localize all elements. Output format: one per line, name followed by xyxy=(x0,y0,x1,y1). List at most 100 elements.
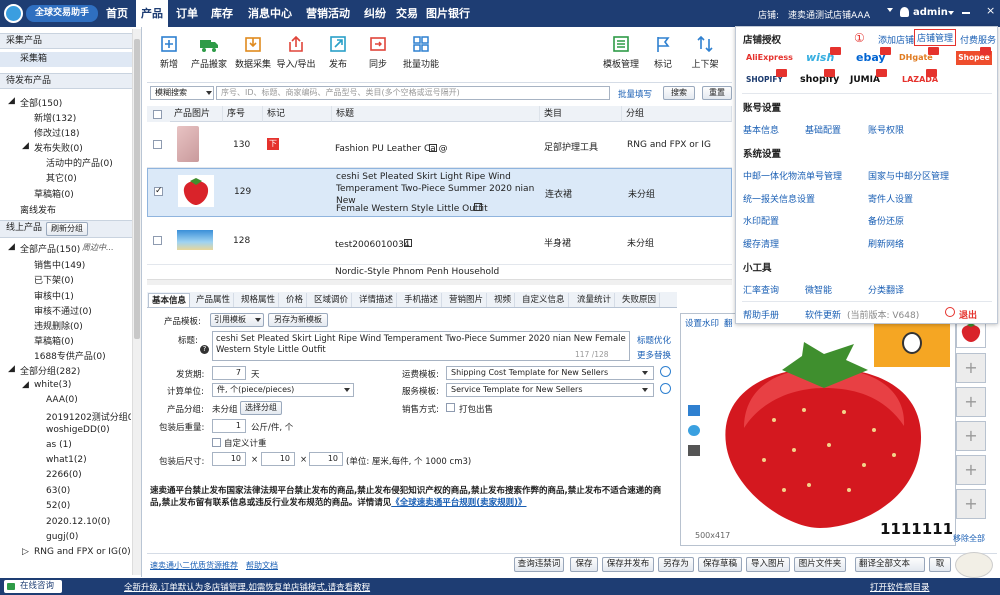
backup-restore-link[interactable]: 备份还原 xyxy=(868,214,904,227)
add-image-slot[interactable]: + xyxy=(956,455,986,485)
refresh-icon[interactable] xyxy=(660,366,671,377)
exchange-rate-link[interactable]: 汇率查询 xyxy=(743,283,779,296)
source-recommend-link[interactable]: 速卖通小二优质货源推荐 xyxy=(150,560,238,571)
sidebar-group-item[interactable]: 52(0) xyxy=(46,501,70,511)
sidebar-item-pending-all[interactable]: 全部(150) xyxy=(20,96,62,109)
col-mark[interactable]: 标记 xyxy=(263,106,332,122)
toolbar-batch-button[interactable]: 批量功能 xyxy=(399,34,443,70)
qr-code-icon[interactable] xyxy=(474,203,482,211)
tree-toggle-icon[interactable]: ◢ xyxy=(22,380,29,390)
nav-orders[interactable]: 订单 xyxy=(172,0,202,27)
qr-code-icon[interactable] xyxy=(404,239,412,247)
row-checkbox[interactable] xyxy=(153,140,162,149)
add-store-link[interactable]: 添加店铺 xyxy=(878,33,914,46)
tab-spec-attributes[interactable]: 规格属性 xyxy=(238,293,280,307)
sidebar-item-active-products[interactable]: 活动中的产品(0) xyxy=(46,156,113,169)
sidebar-item-all-products[interactable]: 全部产品(150) xyxy=(20,242,80,255)
table-row[interactable]: Nordic-Style Phnom Penh Household xyxy=(147,265,732,279)
table-h-scrollbar[interactable] xyxy=(147,279,732,285)
store-selector[interactable]: 速卖通测试店铺AAA xyxy=(788,8,870,21)
toolbar-shelf-button[interactable]: 上下架 xyxy=(683,34,727,70)
unit-select[interactable]: 件, 个(piece/pieces) xyxy=(212,383,354,397)
tab-video[interactable]: 视频 xyxy=(491,293,516,307)
aliexpress-logo[interactable]: AliExpress xyxy=(746,51,793,65)
chevron-down-icon[interactable] xyxy=(642,388,648,392)
sidebar-group-item[interactable]: as (1) xyxy=(46,440,72,450)
qr-code-icon[interactable] xyxy=(429,144,437,152)
add-image-slot[interactable]: + xyxy=(956,489,986,519)
custom-weight-checkbox[interactable] xyxy=(212,438,221,447)
scrollbar-thumb[interactable] xyxy=(134,39,140,339)
help-docs-link[interactable]: 帮助文档 xyxy=(246,560,278,571)
sidebar-group-item[interactable]: 2266(0) xyxy=(46,470,82,480)
sidebar-group-item[interactable]: 2020.12.10(0) xyxy=(46,517,110,527)
nav-marketing[interactable]: 营销活动 xyxy=(300,0,356,27)
user-dropdown-icon[interactable] xyxy=(948,11,954,15)
service-template-select[interactable]: Service Template for New Sellers xyxy=(446,383,654,397)
chevron-down-icon[interactable] xyxy=(255,318,261,322)
table-row[interactable]: 128 test2006010034 半身裙 未分组 xyxy=(147,217,732,265)
tab-traffic-stats[interactable]: 流量统计 xyxy=(574,293,616,307)
country-zone-link[interactable]: 国家与中邮分区管理 xyxy=(868,169,949,182)
sidebar-group-item[interactable]: what1(2) xyxy=(46,455,87,465)
sidebar-item-drafts[interactable]: 草稿箱(0) xyxy=(34,187,74,200)
col-title[interactable]: 标题 xyxy=(332,106,540,122)
title-optimize-link[interactable]: 标题优化 xyxy=(637,334,671,346)
sidebar-group-item[interactable]: AAA(0) xyxy=(46,395,78,405)
image-folder-button[interactable]: 图片文件夹 xyxy=(794,557,846,572)
sidebar-group-item[interactable]: 63(0) xyxy=(46,486,70,496)
upgrade-notice-link[interactable]: 全新升级,订单默认为多店铺管理,如需恢复单店铺模式,请查看教程 xyxy=(124,581,370,593)
basic-info-link[interactable]: 基本信息 xyxy=(743,123,779,136)
tree-toggle-icon[interactable]: ◢ xyxy=(8,242,15,252)
help-icon[interactable]: ? xyxy=(200,345,209,354)
sidebar-online-header[interactable]: 线上产品 xyxy=(6,223,42,233)
micro-smart-link[interactable]: 微智能 xyxy=(805,283,832,296)
customs-info-link[interactable]: 统一报关信息设置 xyxy=(743,192,815,205)
sidebar-item-reviewing[interactable]: 审核中(1) xyxy=(34,289,74,302)
refresh-icon[interactable] xyxy=(660,383,671,394)
toolbar-import-export-button[interactable]: 导入/导出 xyxy=(274,34,318,70)
add-image-slot[interactable]: + xyxy=(956,387,986,417)
sidebar-item-collect-box[interactable]: 采集箱 xyxy=(0,52,132,67)
sidebar-item-new[interactable]: 新增(132) xyxy=(34,111,76,124)
save-as-template-button[interactable]: 另存为新模板 xyxy=(268,313,328,327)
image-edit-icon[interactable] xyxy=(688,425,700,436)
sidebar-scrollbar[interactable] xyxy=(132,29,141,575)
china-post-tracking-link[interactable]: 中邮一体化物流单号管理 xyxy=(743,169,842,182)
nav-product[interactable]: 产品 xyxy=(136,0,168,27)
nav-image-bank[interactable]: 图片银行 xyxy=(425,0,471,27)
table-row-selected[interactable]: ✓ 129 ceshi Set Pleated Skirt Light Ripe… xyxy=(147,168,732,217)
freight-template-select[interactable]: Shipping Cost Template for New Sellers xyxy=(446,366,654,380)
sidebar-item-modified[interactable]: 修改过(18) xyxy=(34,126,79,139)
refresh-network-link[interactable]: 刷新网络 xyxy=(868,237,904,250)
chevron-down-icon[interactable] xyxy=(206,91,212,95)
set-watermark-link[interactable]: 设置水印 xyxy=(685,317,719,329)
row-checkbox[interactable] xyxy=(153,236,162,245)
toolbar-collect-button[interactable]: 数据采集 xyxy=(231,34,275,70)
reset-button[interactable]: 重置 xyxy=(702,86,732,100)
open-root-folder-link[interactable]: 打开软件根目录 xyxy=(870,581,930,593)
sidebar-item-other[interactable]: 其它(0) xyxy=(46,171,77,184)
chevron-down-icon[interactable] xyxy=(642,371,648,375)
tab-mobile-description[interactable]: 手机描述 xyxy=(401,293,443,307)
sidebar-item-violation-deleted[interactable]: 违规删除(0) xyxy=(34,319,83,332)
nav-trade[interactable]: 交易 xyxy=(392,0,422,27)
col-image[interactable]: 产品图片 xyxy=(170,106,223,122)
tab-basic-info[interactable]: 基本信息 xyxy=(148,293,191,307)
toolbar-publish-button[interactable]: 发布 xyxy=(316,34,360,70)
sidebar-item-all-groups[interactable]: 全部分组(282) xyxy=(20,364,80,377)
sidebar-group-item[interactable]: gugj(0) xyxy=(46,532,78,542)
nav-messages[interactable]: 消息中心 xyxy=(242,0,298,27)
logout-link[interactable]: 退出 xyxy=(959,308,977,321)
watermark-config-link[interactable]: 水印配置 xyxy=(743,214,779,227)
sidebar-group-item[interactable]: 20191202测试分组001 xyxy=(46,410,131,423)
sidebar-pending-header[interactable]: 待发布产品 xyxy=(0,73,132,89)
toolbar-mark-button[interactable]: 标记 xyxy=(641,34,685,70)
col-category[interactable]: 类目 xyxy=(540,106,622,122)
paid-service-link[interactable]: 付费服务 xyxy=(960,33,996,46)
mascot-avatar[interactable] xyxy=(955,552,993,578)
user-menu[interactable]: admin xyxy=(913,7,948,18)
basic-config-link[interactable]: 基础配置 xyxy=(805,123,841,136)
select-all-checkbox[interactable] xyxy=(153,110,162,119)
height-input[interactable]: 10 xyxy=(309,452,343,466)
